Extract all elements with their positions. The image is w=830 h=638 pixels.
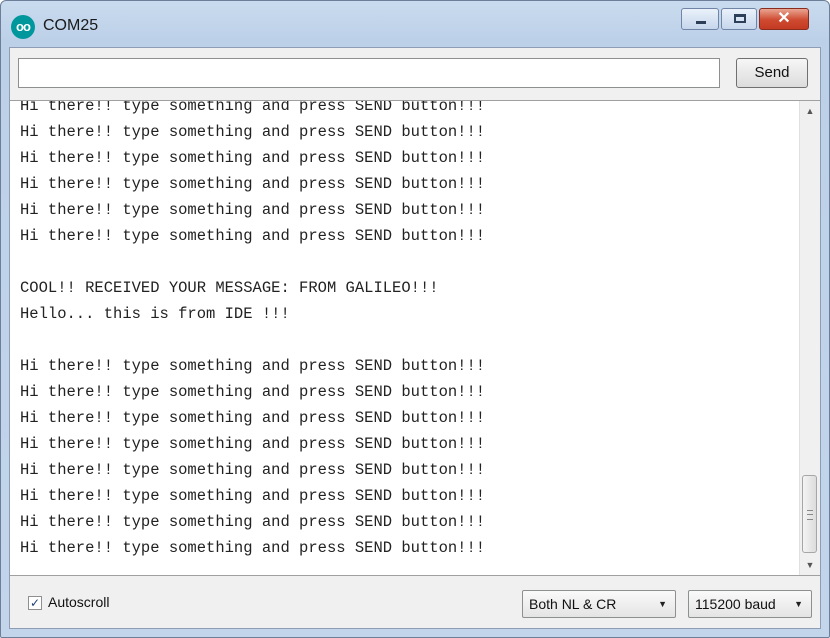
output-line: Hi there!! type something and press SEND… <box>20 409 486 427</box>
output-line: Hi there!! type something and press SEND… <box>20 513 486 531</box>
vertical-scrollbar[interactable]: ▲ ▼ <box>799 101 820 575</box>
serial-output[interactable]: Hi there!! type something and press SEND… <box>10 100 820 576</box>
output-line: Hi there!! type something and press SEND… <box>20 539 486 557</box>
scrollbar-thumb[interactable] <box>802 475 817 553</box>
send-button[interactable]: Send <box>736 58 808 88</box>
autoscroll-label[interactable]: Autoscroll <box>48 594 109 610</box>
send-input[interactable] <box>18 58 720 88</box>
baud-rate-value: 115200 baud <box>695 596 776 612</box>
serial-monitor-client: Send Hi there!! type something and press… <box>9 47 821 629</box>
output-line: Hi there!! type something and press SEND… <box>20 487 486 505</box>
baud-rate-select[interactable]: 115200 baud ▼ <box>688 590 812 618</box>
output-line: Hi there!! type something and press SEND… <box>20 383 486 401</box>
scroll-up-icon[interactable]: ▲ <box>800 101 820 121</box>
output-line: Hi there!! type something and press SEND… <box>20 435 486 453</box>
arduino-icon: oo <box>11 15 35 39</box>
chevron-down-icon: ▼ <box>794 599 803 609</box>
output-line: Hi there!! type something and press SEND… <box>20 201 486 219</box>
output-line: Hello... this is from IDE !!! <box>20 305 290 323</box>
chevron-down-icon: ▼ <box>658 599 667 609</box>
autoscroll-checkbox[interactable]: ✓ <box>28 596 42 610</box>
minimize-button[interactable] <box>681 8 719 30</box>
footer-bar: ✓ Autoscroll Both NL & CR ▼ 115200 baud … <box>10 576 820 628</box>
output-line: COOL!! RECEIVED YOUR MESSAGE: FROM GALIL… <box>20 279 439 297</box>
serial-monitor-window: oo COM25 ✕ Send Hi there!! type somethin… <box>0 0 830 638</box>
output-line: Hi there!! type something and press SEND… <box>20 123 486 141</box>
output-line: Hi there!! type something and press SEND… <box>20 100 486 115</box>
output-line: Hi there!! type something and press SEND… <box>20 175 486 193</box>
output-line: Hi there!! type something and press SEND… <box>20 461 486 479</box>
output-lines: Hi there!! type something and press SEND… <box>20 100 790 561</box>
maximize-icon <box>734 14 746 23</box>
scroll-down-icon[interactable]: ▼ <box>800 555 820 575</box>
grip-icon <box>807 510 813 520</box>
output-line: Hi there!! type something and press SEND… <box>20 227 486 245</box>
window-title: COM25 <box>43 17 99 34</box>
minimize-icon <box>696 21 706 24</box>
maximize-button[interactable] <box>721 8 757 30</box>
close-button[interactable]: ✕ <box>759 8 809 30</box>
line-ending-select[interactable]: Both NL & CR ▼ <box>522 590 676 618</box>
output-line: Hi there!! type something and press SEND… <box>20 149 486 167</box>
close-icon: ✕ <box>777 10 791 27</box>
output-line: Hi there!! type something and press SEND… <box>20 357 486 375</box>
line-ending-value: Both NL & CR <box>529 596 617 612</box>
